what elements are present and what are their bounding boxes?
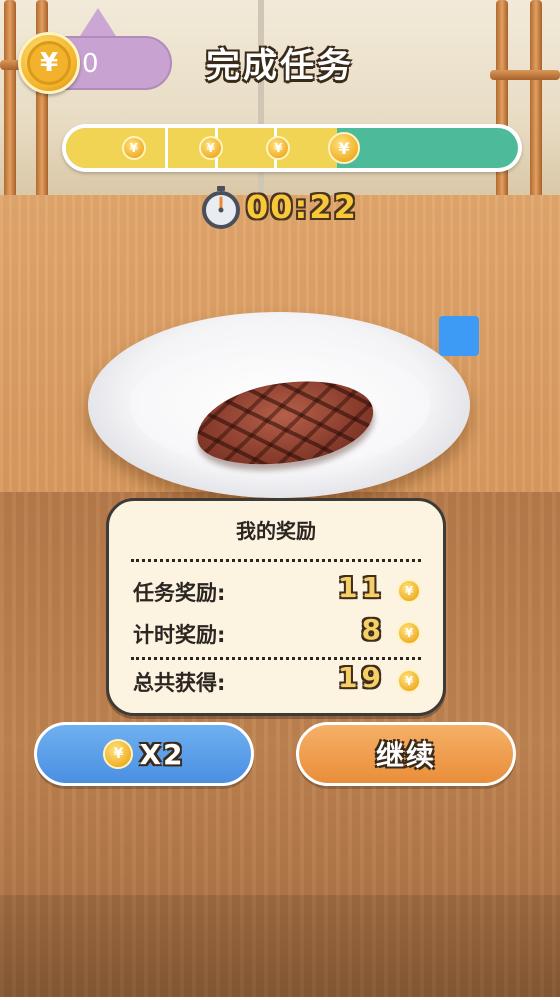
continue-button[interactable]: 继续 bbox=[296, 722, 516, 786]
game-scene: 0 ¥ 完成任务 ¥ ¥ ¥ ¥ 00:22 我的奖励 任务奖励: 11 ¥ 计… bbox=[0, 0, 560, 997]
yen-coin-icon: ¥ bbox=[397, 669, 421, 693]
task-progress-bar: ¥ ¥ ¥ ¥ bbox=[62, 124, 522, 172]
chair-right bbox=[490, 70, 560, 80]
progress-track: ¥ ¥ ¥ ¥ bbox=[66, 128, 518, 168]
coin-count: 0 bbox=[82, 49, 99, 79]
yen-coin-icon: ¥ bbox=[198, 136, 223, 160]
yen-coin-icon: ¥ bbox=[103, 739, 134, 769]
task-reward-label: 任务奖励: bbox=[133, 581, 226, 605]
table-edge bbox=[0, 895, 560, 997]
total-reward-label: 总共获得: bbox=[133, 671, 226, 695]
yen-coin-icon: ¥ bbox=[266, 136, 291, 160]
stopwatch-icon bbox=[202, 186, 240, 229]
continue-label: 继续 bbox=[375, 739, 436, 772]
time-reward-label: 计时奖励: bbox=[133, 623, 226, 647]
reward-panel: 我的奖励 任务奖励: 11 ¥ 计时奖励: 8 ¥ 总共获得: 19 ¥ bbox=[106, 498, 446, 716]
yen-coin-icon: ¥ bbox=[397, 579, 421, 603]
timer-readout: 00:22 bbox=[246, 188, 358, 226]
yen-coin-icon: ¥ bbox=[397, 621, 421, 645]
progress-tick bbox=[165, 128, 169, 168]
yen-coin-icon: ¥ bbox=[18, 32, 80, 94]
yen-coin-icon: ¥ bbox=[121, 136, 146, 160]
chair-left bbox=[4, 0, 16, 200]
divider bbox=[131, 559, 421, 562]
chair-right bbox=[530, 0, 542, 200]
yen-coin-icon: ¥ bbox=[327, 132, 360, 164]
divider bbox=[131, 657, 421, 660]
total-reward-value: 19 bbox=[338, 661, 385, 694]
page-title: 完成任务 bbox=[206, 46, 354, 86]
double-reward-button[interactable]: ¥ X2 bbox=[34, 722, 254, 786]
yen-symbol: ¥ bbox=[27, 41, 71, 85]
chair-left bbox=[36, 0, 48, 200]
time-reward-value: 8 bbox=[361, 613, 385, 646]
target-marker bbox=[439, 316, 479, 356]
task-reward-value: 11 bbox=[338, 571, 385, 604]
double-reward-label: X2 bbox=[139, 737, 185, 771]
pill-pointer bbox=[80, 8, 116, 36]
reward-panel-title: 我的奖励 bbox=[236, 519, 316, 543]
